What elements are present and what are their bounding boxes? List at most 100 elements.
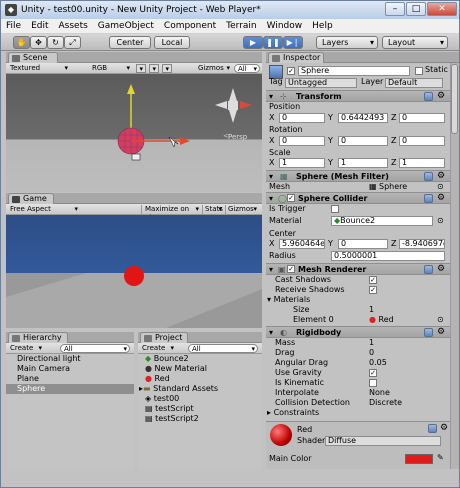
tab-scene[interactable]: Scene bbox=[8, 52, 58, 63]
project-folder[interactable]: ▸▬ Standard Assets bbox=[139, 384, 218, 394]
scene-search-input[interactable]: All bbox=[234, 64, 260, 74]
receive-shadows-checkbox[interactable]: ✓ bbox=[369, 286, 377, 294]
x-axis-arrow[interactable] bbox=[180, 137, 190, 145]
collider-enabled-checkbox[interactable]: ✓ bbox=[287, 194, 295, 202]
menu-file[interactable]: File bbox=[1, 21, 26, 31]
pivot-center-button[interactable]: Center bbox=[109, 36, 151, 49]
rotation-y-field[interactable]: 0 bbox=[338, 136, 388, 146]
gear-icon[interactable]: ⚙ bbox=[437, 92, 445, 101]
object-picker-icon[interactable]: ⊙ bbox=[437, 182, 444, 192]
audio-toggle[interactable] bbox=[162, 64, 172, 74]
maximize-on-play-toggle[interactable]: Maximize on Play bbox=[141, 205, 201, 222]
interpolate-dropdown[interactable]: None bbox=[369, 388, 390, 398]
materials-foldout[interactable]: ▾ Materials bbox=[267, 295, 310, 305]
scale-y-field[interactable]: 1 bbox=[338, 158, 388, 168]
layers-dropdown[interactable]: Layers ▾ bbox=[316, 36, 378, 49]
main-color-swatch[interactable] bbox=[405, 454, 433, 464]
object-name-field[interactable]: Sphere bbox=[298, 66, 410, 76]
object-picker-icon[interactable]: ⊙ bbox=[437, 315, 444, 325]
constraints-foldout[interactable]: ▸ Constraints bbox=[267, 408, 319, 418]
rgb-dropdown[interactable]: RGB bbox=[92, 64, 132, 73]
position-y-field[interactable]: 0.6442493 bbox=[338, 113, 388, 123]
menu-component[interactable]: Component bbox=[159, 21, 221, 31]
position-z-field[interactable]: 0 bbox=[399, 113, 445, 123]
scale-z-field[interactable]: 1 bbox=[399, 158, 445, 168]
tab-project[interactable]: Project bbox=[140, 332, 188, 343]
rotation-x-field[interactable]: 0 bbox=[279, 136, 325, 146]
help-icon[interactable] bbox=[424, 328, 433, 337]
hierarchy-search-input[interactable]: All bbox=[60, 344, 130, 354]
active-checkbox[interactable]: ✓ bbox=[287, 67, 295, 75]
maximize-button[interactable]: □ bbox=[406, 2, 426, 16]
mass-value[interactable]: 1 bbox=[369, 338, 374, 348]
image-toggle[interactable] bbox=[149, 64, 159, 74]
layout-dropdown[interactable]: Layout ▾ bbox=[382, 36, 448, 49]
close-button[interactable]: ✕ bbox=[427, 2, 457, 16]
rotation-z-field[interactable]: 0 bbox=[399, 136, 445, 146]
rotate-tool-button[interactable]: ↻ bbox=[47, 36, 64, 49]
gear-icon[interactable]: ⚙ bbox=[437, 194, 445, 203]
help-icon[interactable] bbox=[424, 265, 433, 274]
menu-gameobject[interactable]: GameObject bbox=[93, 21, 159, 31]
gear-icon[interactable]: ⚙ bbox=[440, 424, 448, 433]
move-tool-button[interactable]: ✥ bbox=[30, 36, 47, 49]
renderer-enabled-checkbox[interactable]: ✓ bbox=[287, 265, 295, 273]
shader-dropdown[interactable]: Diffuse bbox=[325, 436, 441, 446]
menu-terrain[interactable]: Terrain bbox=[221, 21, 261, 31]
scene-orientation-gizmo[interactable] bbox=[215, 88, 252, 123]
angular-drag-value[interactable]: 0.05 bbox=[369, 358, 387, 368]
menu-edit[interactable]: Edit bbox=[26, 21, 53, 31]
tab-game[interactable]: Game bbox=[8, 193, 54, 204]
pause-button[interactable]: ❚❚ bbox=[263, 36, 283, 49]
scene-gizmos-dropdown[interactable]: Gizmos bbox=[198, 64, 232, 73]
tag-dropdown[interactable]: Untagged bbox=[285, 78, 357, 88]
position-x-field[interactable]: 0 bbox=[279, 113, 325, 123]
project-item[interactable]: ▤ testScript2 bbox=[145, 414, 199, 424]
hierarchy-item[interactable]: Plane bbox=[6, 374, 134, 384]
menu-window[interactable]: Window bbox=[262, 21, 308, 31]
center-y-field[interactable]: 0 bbox=[338, 239, 388, 249]
scene-canvas[interactable]: < bbox=[6, 74, 262, 192]
step-button[interactable]: ▶❘ bbox=[283, 36, 303, 49]
y-axis-arrow[interactable] bbox=[127, 84, 135, 94]
render-mode-dropdown[interactable]: Textured bbox=[10, 64, 70, 73]
project-create-dropdown[interactable]: Create bbox=[142, 344, 176, 353]
element0-field[interactable]: ● Red bbox=[369, 315, 394, 325]
help-icon[interactable] bbox=[424, 172, 433, 181]
project-item[interactable]: ▤ testScript bbox=[145, 404, 194, 414]
use-gravity-checkbox[interactable]: ✓ bbox=[369, 369, 377, 377]
lighting-toggle[interactable] bbox=[136, 64, 146, 74]
aspect-dropdown[interactable]: Free Aspect bbox=[10, 205, 80, 214]
cast-shadows-checkbox[interactable]: ✓ bbox=[369, 276, 377, 284]
drag-value[interactable]: 0 bbox=[369, 348, 374, 358]
hand-tool-button[interactable]: ✋ bbox=[13, 36, 30, 49]
eyedropper-icon[interactable]: ✎ bbox=[437, 453, 444, 463]
scene-viewport[interactable]: < Persp bbox=[6, 74, 262, 192]
hierarchy-item[interactable]: Main Camera bbox=[6, 364, 134, 374]
help-icon[interactable] bbox=[424, 194, 433, 203]
pivot-local-button[interactable]: Local bbox=[154, 36, 190, 49]
is-kinematic-checkbox[interactable] bbox=[369, 379, 377, 387]
radius-field[interactable]: 0.5000001 bbox=[331, 251, 445, 261]
menu-assets[interactable]: Assets bbox=[54, 21, 93, 31]
hierarchy-create-dropdown[interactable]: Create bbox=[10, 344, 44, 353]
object-picker-icon[interactable]: ⊙ bbox=[437, 216, 444, 226]
game-gizmos-dropdown[interactable]: Gizmos bbox=[225, 205, 259, 214]
scale-tool-button[interactable]: ⤢ bbox=[64, 36, 81, 49]
play-button[interactable]: ▶ bbox=[243, 36, 263, 49]
center-z-field[interactable]: -8.940697e- bbox=[399, 239, 445, 249]
menu-help[interactable]: Help bbox=[307, 21, 338, 31]
project-search-input[interactable]: All bbox=[188, 344, 258, 354]
collision-detection-dropdown[interactable]: Discrete bbox=[369, 398, 402, 408]
hierarchy-item-selected[interactable]: Sphere bbox=[6, 384, 134, 394]
help-icon[interactable] bbox=[428, 424, 437, 433]
is-trigger-checkbox[interactable] bbox=[331, 205, 339, 213]
collider-header[interactable]: ▾ ◯ ✓ Sphere Collider ⚙ bbox=[266, 192, 450, 204]
tab-hierarchy[interactable]: Hierarchy bbox=[8, 332, 68, 343]
scale-x-field[interactable]: 1 bbox=[279, 158, 325, 168]
gear-icon[interactable]: ⚙ bbox=[437, 328, 445, 337]
transform-header[interactable]: ▾ ⊹ Transform ⚙ bbox=[266, 90, 450, 102]
tab-inspector[interactable]: Inspector bbox=[268, 52, 324, 63]
project-item[interactable]: ● New Material bbox=[145, 364, 207, 374]
help-icon[interactable] bbox=[424, 92, 433, 101]
